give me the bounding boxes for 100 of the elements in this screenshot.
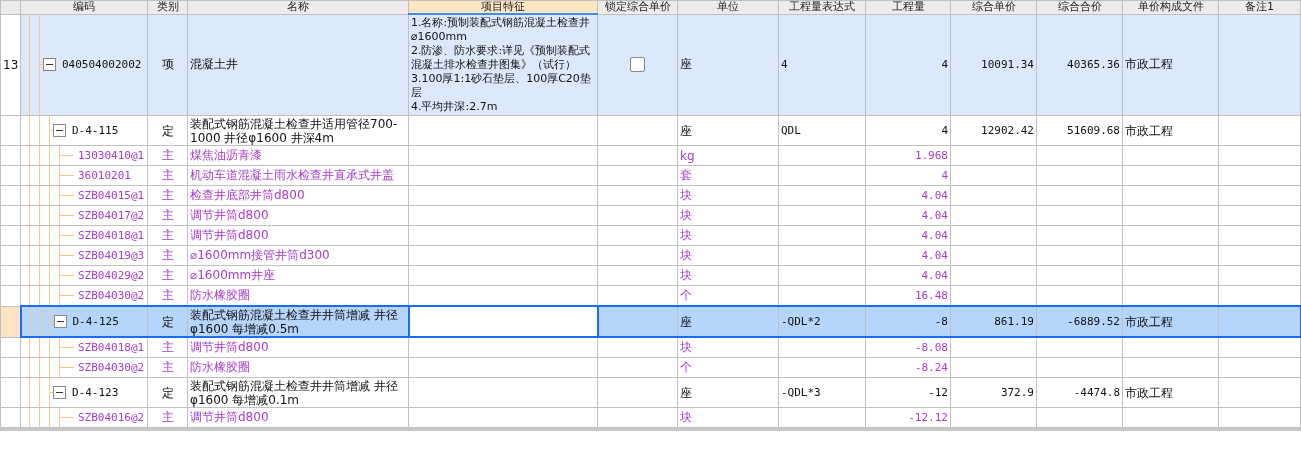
column-header[interactable]: 项目特征 — [408, 0, 598, 14]
item-name: 检查井底部井筒d800 — [190, 188, 305, 202]
row-header[interactable] — [0, 165, 21, 186]
unit-label: 块 — [680, 268, 692, 282]
row-header[interactable] — [0, 205, 21, 226]
unit-price: 12902.42 — [981, 123, 1034, 137]
item-code: 040504002002 — [62, 58, 142, 72]
item-name: 装配式钢筋混凝土检查井适用管径700-1000 井径φ1600 井深4m — [190, 116, 398, 145]
quantity-value: 16.48 — [914, 289, 948, 302]
type-label: 主 — [161, 410, 174, 424]
type-label: 主 — [161, 360, 174, 374]
quantity-expression: -QDL*3 — [781, 385, 821, 399]
quantity-expression: QDL — [781, 123, 801, 137]
unit-label: 块 — [680, 340, 692, 354]
total-price: 51609.68 — [1067, 123, 1120, 137]
pricing-file: 市政工程 — [1125, 123, 1173, 138]
row-header[interactable]: 13 — [0, 14, 21, 116]
row-header[interactable] — [0, 225, 21, 246]
unit-label: 座 — [680, 123, 692, 138]
pricing-file: 市政工程 — [1125, 57, 1173, 72]
item-code: 36010201 — [78, 169, 131, 182]
quantity-value: -8.24 — [914, 361, 948, 374]
quantity-value: 4 — [941, 58, 948, 72]
tree-toggle[interactable] — [53, 386, 66, 399]
column-header[interactable]: 编码 — [20, 0, 148, 14]
tree-toggle[interactable] — [53, 315, 67, 328]
column-header[interactable]: 工程量 — [865, 0, 951, 14]
unit-label: 座 — [680, 57, 692, 72]
column-header[interactable]: 备注1 — [1218, 0, 1301, 14]
type-label: 定 — [161, 385, 174, 400]
type-label: 定 — [161, 314, 174, 329]
item-name: 调节井筒d800 — [190, 410, 269, 424]
quantity-value: -12 — [928, 385, 948, 399]
row-header[interactable] — [0, 357, 21, 378]
column-header[interactable]: 综合单价 — [950, 0, 1037, 14]
type-label: 项 — [161, 57, 174, 72]
quantity-value: 1.968 — [914, 149, 948, 162]
item-code: SZB04019@3 — [78, 249, 145, 262]
row-header[interactable] — [0, 377, 21, 408]
item-name: 装配式钢筋混凝土检查井井筒增减 井径φ1600 每增减0.1m — [190, 378, 398, 407]
item-code: D-4-125 — [72, 314, 119, 329]
tree-toggle[interactable] — [53, 124, 66, 137]
item-name: 调节井筒d800 — [190, 208, 269, 222]
item-code: SZB04016@2 — [78, 411, 145, 424]
lock-checkbox[interactable] — [630, 57, 645, 73]
item-code: SZB04018@1 — [78, 229, 145, 242]
row-header[interactable] — [0, 115, 21, 146]
row-header[interactable] — [0, 265, 21, 286]
row-header[interactable] — [0, 185, 21, 206]
quantity-value: -8 — [934, 314, 948, 328]
item-name: 机动车道混凝土雨水检查井直承式井盖 — [190, 168, 394, 182]
quantity-value: 4.04 — [921, 229, 948, 242]
column-header[interactable]: 单价构成文件 — [1122, 0, 1219, 14]
unit-label: kg — [680, 148, 695, 163]
unit-label: 个 — [680, 360, 692, 374]
type-label: 主 — [161, 208, 174, 222]
item-code: SZB04017@2 — [78, 209, 145, 222]
item-code: 13030410@1 — [78, 149, 145, 162]
row-header[interactable] — [0, 407, 21, 428]
quantity-value: 4.04 — [921, 249, 948, 262]
item-code: SZB04018@1 — [78, 341, 145, 354]
unit-label: 块 — [680, 248, 692, 262]
unit-label: 块 — [680, 410, 692, 424]
tree-toggle[interactable] — [43, 58, 56, 72]
column-header[interactable]: 名称 — [187, 0, 409, 14]
item-code: SZB04030@2 — [78, 289, 145, 302]
row-header[interactable] — [0, 306, 21, 337]
row-header[interactable] — [0, 285, 21, 306]
item-code: SZB04030@2 — [78, 361, 145, 374]
quantity-value: -12.12 — [908, 411, 948, 424]
column-header[interactable]: 单位 — [677, 0, 779, 14]
total-price: 40365.36 — [1067, 58, 1120, 72]
quantity-value: -8.08 — [914, 341, 948, 354]
feature-text: 1.名称:预制装配式钢筋混凝土检查井⌀1600mm 2.防渗、防水要求:详见《预制装配式混凝土排水检查井图集》（试行） 3.100厚1:1砂石垫层、100厚C20垫层 4.平均井深:2.7m — [411, 16, 591, 113]
quantity-value: 4.04 — [921, 189, 948, 202]
unit-label: 块 — [680, 208, 692, 222]
item-name: 调节井筒d800 — [190, 340, 269, 354]
column-header[interactable]: 类别 — [147, 0, 188, 14]
total-price: -6889.52 — [1067, 314, 1120, 328]
column-header[interactable]: 工程量表达式 — [778, 0, 866, 14]
unit-label: 块 — [680, 228, 692, 242]
item-code: SZB04015@1 — [78, 189, 145, 202]
row-header[interactable] — [0, 245, 21, 266]
column-header[interactable]: 锁定综合单价 — [597, 0, 678, 14]
item-name: 煤焦油沥青漆 — [190, 148, 262, 162]
item-name: 调节井筒d800 — [190, 228, 269, 242]
column-header[interactable]: 综合合价 — [1036, 0, 1123, 14]
item-name: 装配式钢筋混凝土检查井井筒增减 井径φ1600 每增减0.5m — [190, 308, 398, 335]
pricing-file: 市政工程 — [1125, 385, 1173, 400]
row-header[interactable] — [0, 337, 21, 358]
item-code: SZB04029@2 — [78, 269, 145, 282]
type-label: 主 — [161, 228, 174, 242]
quantity-value: 4 — [941, 123, 948, 137]
unit-label: 座 — [680, 385, 692, 400]
item-name: ⌀1600mm接管井筒d300 — [190, 248, 330, 262]
type-label: 主 — [161, 248, 174, 262]
item-code: D-4-123 — [72, 385, 119, 400]
row-header[interactable] — [0, 145, 21, 166]
quantity-expression: -QDL*2 — [781, 314, 821, 328]
total-price: -4474.8 — [1073, 385, 1120, 399]
